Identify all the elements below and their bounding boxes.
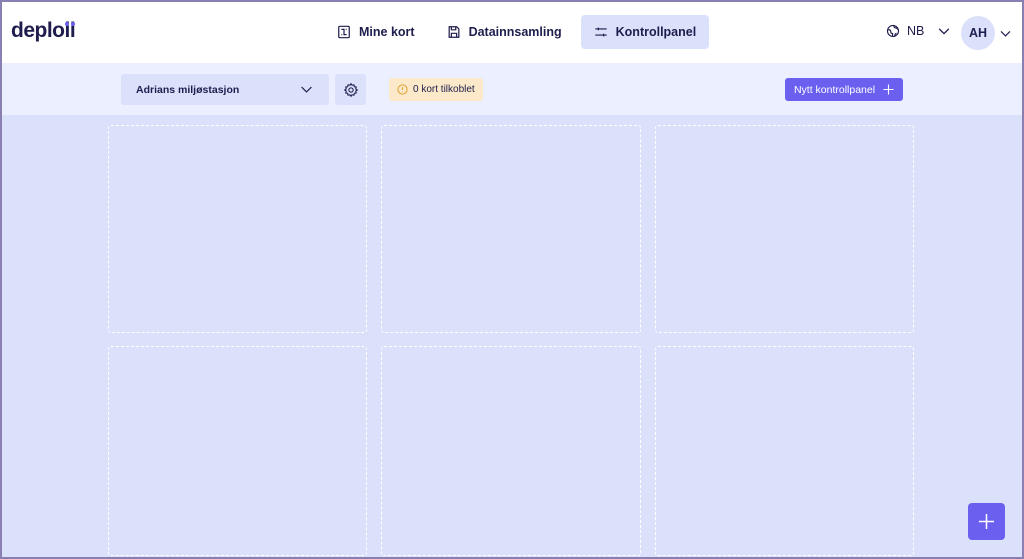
new-dashboard-label: Nytt kontrollpanel xyxy=(793,83,876,96)
station-select-value: Adrians miljøstasjon xyxy=(136,83,240,96)
empty-widget-slot[interactable] xyxy=(655,346,914,556)
station-select[interactable]: Adrians miljøstasjon xyxy=(121,74,329,105)
chevron-down-icon xyxy=(939,28,950,35)
nav-item-label: Mine kort xyxy=(359,25,415,39)
nav-item-kontrollpanel[interactable]: Kontrollpanel xyxy=(580,15,710,49)
empty-widget-slot[interactable] xyxy=(381,125,641,333)
nav-item-mine-kort[interactable]: Mine kort xyxy=(324,15,428,49)
dashboard-settings-button[interactable] xyxy=(335,74,366,105)
nav-item-datainnsamling[interactable]: Datainnsamling xyxy=(434,15,575,49)
plus-icon xyxy=(883,84,894,95)
dashboard-toolbar: Adrians miljøstasjon 0 kort tilkoblet Ny… xyxy=(2,63,1022,115)
language-selector[interactable]: NB xyxy=(886,24,951,38)
user-avatar[interactable]: AH xyxy=(961,16,995,50)
status-badge-text: 0 kort tilkoblet xyxy=(413,84,475,95)
connected-boards-badge: 0 kort tilkoblet xyxy=(389,78,483,101)
floppy-disk-icon xyxy=(448,26,459,38)
nav-item-label: Kontrollpanel xyxy=(615,25,697,39)
empty-widget-slot[interactable] xyxy=(108,125,367,333)
deploii-logo[interactable]: deploii xyxy=(11,19,76,43)
empty-widget-slot[interactable] xyxy=(655,125,914,333)
warning-circle-icon xyxy=(397,84,408,95)
circuit-board-icon xyxy=(338,25,350,39)
chevron-down-icon[interactable] xyxy=(999,27,1012,40)
nav-item-label: Datainnsamling xyxy=(468,25,562,39)
chevron-down-icon xyxy=(301,86,312,93)
sliders-icon xyxy=(594,27,607,37)
main-navigation: Mine kort Datainnsamling Kontrollpanel xyxy=(324,15,715,49)
globe-icon xyxy=(886,24,900,38)
new-dashboard-button[interactable]: Nytt kontrollpanel xyxy=(785,78,903,101)
plus-icon xyxy=(978,513,995,530)
top-navigation-bar: deploii Mine kort Datainnsamling Kontrol… xyxy=(2,2,1022,63)
gear-icon xyxy=(343,82,358,97)
empty-widget-slot[interactable] xyxy=(381,346,641,556)
language-label: NB xyxy=(907,24,925,38)
add-widget-button[interactable] xyxy=(968,503,1005,540)
empty-widget-slot[interactable] xyxy=(108,346,367,556)
